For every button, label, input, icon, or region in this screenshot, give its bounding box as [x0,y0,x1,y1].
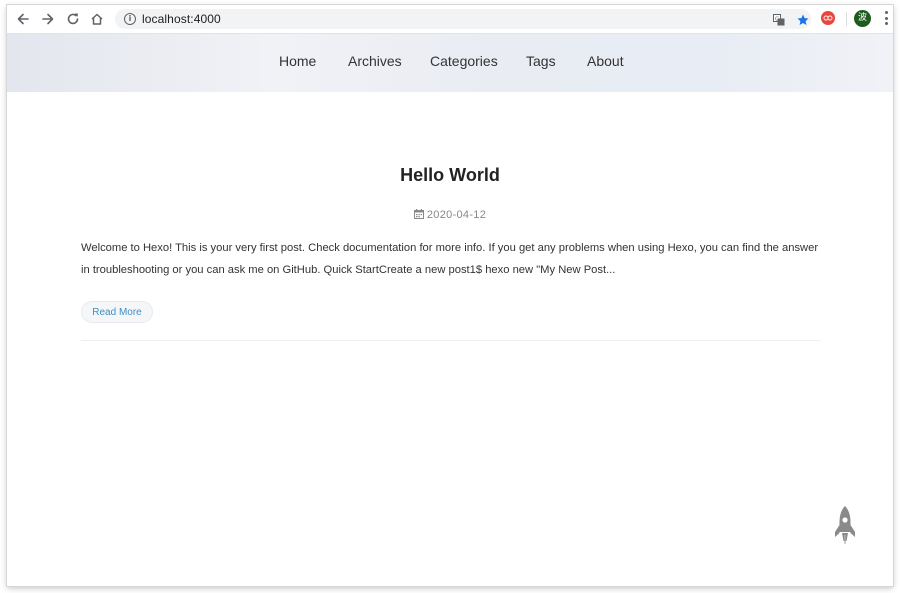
nav-categories[interactable]: Categories [430,53,498,69]
site-nav: Home Archives Categories Tags About [7,34,893,92]
url-text: localhost:4000 [142,12,221,26]
post-excerpt: Welcome to Hexo! This is your very first… [81,242,819,276]
nav-archives[interactable]: Archives [348,53,402,69]
post-title[interactable]: Hello World [7,165,893,186]
extension-icon[interactable] [821,11,835,25]
kebab-menu-icon[interactable] [884,11,888,25]
svg-text:G: G [775,16,779,22]
extension-glyph-icon [823,15,833,21]
reload-button[interactable] [63,9,83,29]
star-icon[interactable] [797,14,809,26]
nav-home[interactable]: Home [279,53,316,69]
rocket-icon[interactable] [832,505,858,545]
back-button[interactable] [13,9,33,29]
post-meta: 2020-04-12 [7,209,893,221]
info-icon[interactable]: i [124,13,136,25]
nav-about[interactable]: About [587,53,624,69]
arrow-left-icon [17,13,29,25]
calendar-icon [413,209,424,219]
translate-icon[interactable]: G [773,14,785,26]
nav-tags[interactable]: Tags [526,53,556,69]
reload-icon [67,13,79,25]
address-bar[interactable]: i localhost:4000 G [115,9,811,29]
home-button[interactable] [87,9,107,29]
profile-avatar[interactable]: 波 [854,10,871,27]
post-divider [81,340,821,341]
toolbar-separator [846,12,847,26]
browser-window: i localhost:4000 G 波 Home Archives Categ… [7,5,893,586]
browser-toolbar: i localhost:4000 G 波 [7,5,893,34]
site-header: Home Archives Categories Tags About [7,34,893,92]
post-date: 2020-04-12 [426,209,487,221]
forward-button[interactable] [38,9,58,29]
read-more-button[interactable]: Read More [81,301,153,323]
arrow-right-icon [42,13,54,25]
home-icon [91,13,103,25]
